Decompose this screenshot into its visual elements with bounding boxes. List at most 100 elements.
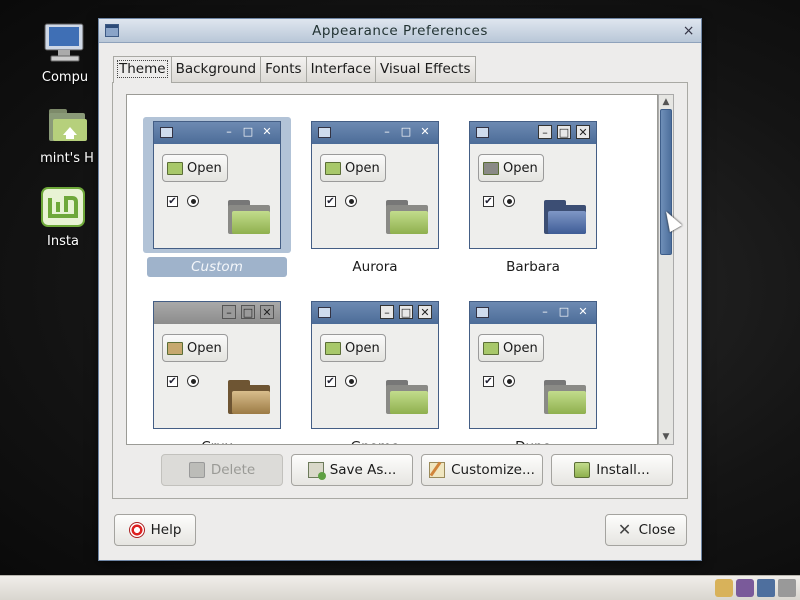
folder-icon <box>325 341 341 355</box>
close-icon[interactable]: × <box>683 19 695 43</box>
theme-tile-crux[interactable]: –□ ✕ Open ✔ Crux <box>147 301 287 444</box>
folder-icon <box>167 161 183 175</box>
preview-open-button: Open <box>320 154 386 182</box>
window-icon <box>160 127 173 138</box>
help-button[interactable]: Help <box>114 514 196 546</box>
theme-name: Crux <box>147 437 287 444</box>
theme-tab-panel: – □ ✕ Open ✔ Custom – □ ✕ Open ✔ Aurora … <box>112 82 688 499</box>
radio-icon <box>187 375 199 387</box>
theme-list[interactable]: – □ ✕ Open ✔ Custom – □ ✕ Open ✔ Aurora … <box>126 94 658 445</box>
lock-icon[interactable] <box>715 579 733 597</box>
checkbox-icon: ✔ <box>483 376 494 387</box>
theme-tile-barbara[interactable]: – □ ✕ Open ✔ Barbara <box>463 121 603 277</box>
open-label: Open <box>503 160 538 176</box>
window-icon <box>318 307 331 318</box>
folder-icon <box>325 161 341 175</box>
door-icon <box>167 341 183 355</box>
preview-open-button: Open <box>478 334 544 362</box>
system-tray <box>715 579 796 597</box>
close-button[interactable]: ✕ Close <box>605 514 687 546</box>
close-icon: ✕ <box>418 305 432 319</box>
customize-button[interactable]: Customize... <box>421 454 543 486</box>
open-label: Open <box>345 340 380 356</box>
folder-icon <box>544 380 586 414</box>
preview-titlebar: – □ ✕ <box>154 122 280 144</box>
folder-icon <box>483 161 499 175</box>
radio-icon <box>503 375 515 387</box>
window-title: Appearance Preferences <box>312 23 488 39</box>
home-folder-icon <box>49 109 87 141</box>
minimize-icon: – <box>226 125 232 138</box>
tab-background[interactable]: Background <box>170 56 262 82</box>
desktop-icon-install[interactable]: Insta <box>18 186 108 249</box>
mint-install-icon <box>41 187 85 227</box>
scrollbar-thumb[interactable] <box>660 109 672 255</box>
checkbox-icon: ✔ <box>325 196 336 207</box>
theme-name: Barbara <box>506 259 560 275</box>
scroll-down-icon[interactable]: ▼ <box>659 430 673 444</box>
window-icon <box>105 24 119 37</box>
checkbox-icon: ✔ <box>167 376 178 387</box>
close-icon: ✕ <box>262 125 272 138</box>
checkbox-icon: ✔ <box>325 376 336 387</box>
theme-tile-gnome[interactable]: –□ ✕ Open ✔ Gnome <box>305 301 445 444</box>
save-icon <box>307 462 326 480</box>
close-icon: ✕ <box>617 520 632 539</box>
minimize-icon: – <box>542 305 548 318</box>
customize-icon <box>429 462 446 478</box>
scroll-up-icon[interactable]: ▲ <box>659 95 673 109</box>
preview-open-button: Open <box>162 334 228 362</box>
tab-label: Fonts <box>265 61 302 77</box>
theme-preview: – □ ✕ Open ✔ <box>153 301 281 429</box>
folder-icon <box>386 200 428 234</box>
maximize-icon: □ <box>557 125 571 139</box>
tab-fonts[interactable]: Fonts <box>260 56 307 82</box>
close-icon: ✕ <box>260 305 274 319</box>
maximize-icon: □ <box>400 125 412 138</box>
volume-muted-icon[interactable] <box>778 579 796 597</box>
maximize-icon: □ <box>558 305 570 318</box>
tab-theme[interactable]: Theme <box>113 56 172 83</box>
settings-gear-icon[interactable] <box>736 579 754 597</box>
delete-button[interactable]: Delete <box>161 454 283 486</box>
tab-label: Interface <box>310 61 372 77</box>
network-icon[interactable] <box>757 579 775 597</box>
tab-interface[interactable]: Interface <box>305 56 377 82</box>
maximize-icon: □ <box>241 305 255 319</box>
close-icon: ✕ <box>576 125 590 139</box>
save-as-button[interactable]: Save As... <box>291 454 413 486</box>
minimize-icon: – <box>222 305 236 319</box>
install-folder-icon <box>574 462 591 478</box>
preview-open-button: Open <box>162 154 228 182</box>
close-icon: ✕ <box>578 305 588 318</box>
save-as-label: Save As... <box>329 462 397 478</box>
install-button[interactable]: Install... <box>551 454 673 486</box>
desktop-icon-computer[interactable]: Compu <box>20 22 110 85</box>
install-label: Install... <box>596 462 650 478</box>
tab-bar: Theme Background Fonts Interface Visual … <box>113 56 476 83</box>
theme-tile-dune[interactable]: –□ ✕ Open ✔ Dune <box>463 301 603 444</box>
preview-open-button: Open <box>320 334 386 362</box>
preview-titlebar: – □ ✕ <box>154 302 280 324</box>
titlebar[interactable]: Appearance Preferences × <box>99 19 701 43</box>
folder-icon <box>228 200 270 234</box>
theme-preview: – □ ✕ Open ✔ <box>311 121 439 249</box>
preview-titlebar: – □ ✕ <box>470 302 596 324</box>
checkbox-icon: ✔ <box>483 196 494 207</box>
desktop-icon-label: Compu <box>41 70 89 85</box>
theme-list-scrollbar[interactable]: ▲ ▼ <box>658 94 674 445</box>
folder-icon <box>228 380 270 414</box>
window-icon <box>476 307 489 318</box>
desktop-icon-label: Insta <box>47 234 79 249</box>
close-label: Close <box>638 522 676 538</box>
tab-visual-effects[interactable]: Visual Effects <box>375 56 476 82</box>
tab-label: Visual Effects <box>380 61 471 77</box>
theme-tile-aurora[interactable]: – □ ✕ Open ✔ Aurora <box>305 121 445 277</box>
maximize-icon: □ <box>399 305 413 319</box>
preview-open-button: Open <box>478 154 544 182</box>
theme-preview: – □ ✕ Open ✔ <box>469 121 597 249</box>
theme-tile-custom[interactable]: – □ ✕ Open ✔ Custom <box>143 117 291 277</box>
theme-preview: – □ ✕ Open ✔ <box>469 301 597 429</box>
folder-icon <box>483 341 499 355</box>
theme-name: Gnome <box>305 437 445 444</box>
